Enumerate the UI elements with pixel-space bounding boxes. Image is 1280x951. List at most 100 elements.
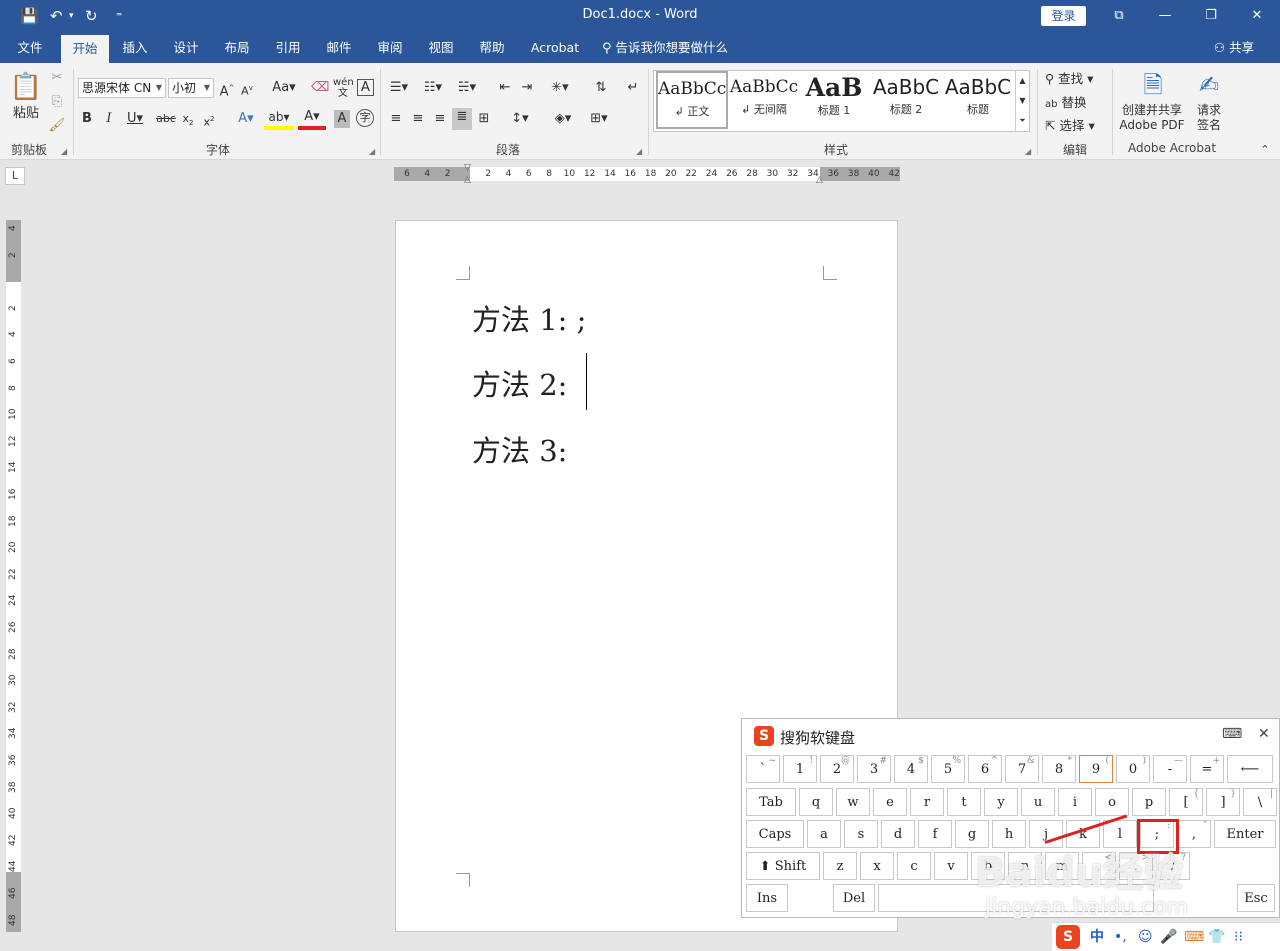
keyboard-key[interactable]: s bbox=[844, 820, 878, 848]
keyboard-key[interactable]: t bbox=[947, 788, 981, 816]
strikethrough-icon[interactable]: abc bbox=[155, 110, 177, 128]
keyboard-key[interactable]: 4 $ bbox=[894, 755, 928, 783]
keyboard-key[interactable]: ]} bbox=[1206, 788, 1240, 816]
tab-design[interactable]: 设计 bbox=[166, 33, 206, 63]
line-spacing-icon[interactable]: ↕▾ bbox=[506, 110, 534, 128]
vertical-ruler[interactable]: 4 2 2 4 6 8 10 12 14 16 18 20 22 24 26 28 30 32 34 36 38 40 42… bbox=[6, 220, 21, 932]
justify-icon[interactable]: ≣ bbox=[452, 108, 472, 130]
tab-acrobat[interactable]: Acrobat bbox=[525, 33, 585, 63]
align-right-icon[interactable]: ≡ bbox=[431, 110, 449, 128]
keyboard-key[interactable]: d bbox=[881, 820, 915, 848]
close-button[interactable]: ✕ bbox=[1242, 5, 1272, 27]
gallery-more-icon[interactable]: ⏷ bbox=[1015, 111, 1029, 131]
tab-view[interactable]: 视图 bbox=[421, 33, 461, 63]
subscript-icon[interactable]: x2 bbox=[180, 110, 196, 132]
change-case-icon[interactable]: Aa▾ bbox=[270, 79, 298, 97]
tab-file[interactable]: 文件 bbox=[10, 33, 50, 63]
superscript-icon[interactable]: x2 bbox=[201, 110, 217, 132]
request-signature-icon[interactable]: ✍ bbox=[1192, 71, 1226, 99]
keyboard-key[interactable]: i bbox=[1058, 788, 1092, 816]
paragraph-launcher-icon[interactable]: ◢ bbox=[636, 147, 642, 156]
keyboard-layout-icon[interactable]: ⌨ bbox=[1222, 726, 1242, 742]
text-effects-icon[interactable]: A▾ bbox=[233, 110, 259, 128]
keyboard-key[interactable]: e bbox=[873, 788, 907, 816]
keyboard-key[interactable]: z bbox=[823, 852, 857, 880]
highlight-color-icon[interactable]: ab▾ bbox=[264, 108, 294, 130]
italic-icon[interactable]: I bbox=[102, 110, 116, 128]
multilevel-list-icon[interactable]: ☵▾ bbox=[454, 79, 480, 97]
keyboard-key[interactable]: 8 * bbox=[1042, 755, 1076, 783]
tab-mailings[interactable]: 邮件 bbox=[319, 33, 359, 63]
request-signature-button[interactable]: 请求 签名 bbox=[1190, 103, 1228, 133]
style-heading-1[interactable]: AaB 标题 1 bbox=[798, 71, 870, 129]
keyboard-key[interactable]: Enter bbox=[1214, 820, 1276, 848]
keyboard-key[interactable]: 1! bbox=[783, 755, 817, 783]
keyboard-key[interactable]: Esc bbox=[1237, 884, 1275, 912]
keyboard-key[interactable]: Tab bbox=[746, 788, 796, 816]
style-no-spacing[interactable]: AaBbCc ↲ 无间隔 bbox=[728, 71, 800, 129]
font-launcher-icon[interactable]: ◢ bbox=[369, 147, 375, 156]
tab-selector[interactable]: L bbox=[5, 167, 25, 185]
keyboard-key[interactable]: p bbox=[1132, 788, 1166, 816]
character-shading-icon[interactable]: A bbox=[334, 110, 350, 128]
paragraph-line-3[interactable]: 方法 3: bbox=[472, 428, 567, 470]
replace-button[interactable]: ab 替换 bbox=[1045, 94, 1107, 114]
sort-icon[interactable]: ⇅ bbox=[592, 79, 610, 97]
styles-launcher-icon[interactable]: ◢ bbox=[1025, 147, 1031, 156]
collapse-ribbon-icon[interactable]: ⌃ bbox=[1258, 141, 1272, 159]
punctuation-mode-icon[interactable]: •, bbox=[1114, 927, 1127, 947]
phonetic-guide-icon[interactable]: wén 文 bbox=[333, 77, 354, 99]
increase-indent-icon[interactable]: ⇥ bbox=[518, 79, 536, 97]
keyboard-key[interactable]: \ | bbox=[1243, 788, 1277, 816]
borders-icon[interactable]: ⊞▾ bbox=[584, 110, 614, 128]
shrink-font-icon[interactable]: Av bbox=[239, 79, 255, 101]
login-button[interactable]: 登录 bbox=[1041, 6, 1086, 26]
keyboard-key[interactable]: 6 ^ bbox=[968, 755, 1002, 783]
keyboard-key[interactable]: u bbox=[1021, 788, 1055, 816]
keyboard-key[interactable]: q bbox=[799, 788, 833, 816]
style-title[interactable]: AaBbC 标题 bbox=[942, 71, 1014, 129]
tab-home[interactable]: 开始 bbox=[61, 35, 109, 63]
show-formatting-marks-icon[interactable]: ↵ bbox=[624, 79, 642, 97]
sogou-ime-icon[interactable]: S bbox=[1056, 925, 1080, 949]
create-share-pdf-button[interactable]: 创建并共享 Adobe PDF bbox=[1115, 103, 1189, 133]
restore-button[interactable]: ❐ bbox=[1196, 5, 1226, 27]
style-normal[interactable]: AaBbCc ↲ 正文 bbox=[656, 71, 728, 129]
align-center-icon[interactable]: ≡ bbox=[409, 110, 427, 128]
keyboard-key[interactable]: 2 @ bbox=[820, 755, 854, 783]
keyboard-key[interactable]: 3 # bbox=[857, 755, 891, 783]
keyboard-key[interactable]: x bbox=[860, 852, 894, 880]
gallery-scroll-up-icon[interactable]: ▲ bbox=[1015, 71, 1029, 91]
font-size-combo[interactable]: 小初 ▼ bbox=[168, 78, 214, 98]
microphone-icon[interactable]: 🎤 bbox=[1160, 927, 1177, 947]
font-name-combo[interactable]: 思源宋体 CN ▼ bbox=[78, 78, 166, 98]
keyboard-key[interactable]: 9( bbox=[1079, 755, 1113, 783]
tab-help[interactable]: 帮助 bbox=[472, 33, 512, 63]
keyboard-key[interactable]: v bbox=[934, 852, 968, 880]
toolbox-icon[interactable]: ⁝⁝ bbox=[1234, 927, 1243, 947]
enclose-characters-icon[interactable]: 字 bbox=[356, 109, 374, 127]
tab-references[interactable]: 引用 bbox=[268, 33, 308, 63]
grow-font-icon[interactable]: A^ bbox=[219, 79, 235, 101]
close-icon[interactable]: ✕ bbox=[1258, 726, 1270, 742]
ribbon-display-options-icon[interactable]: ⧉ bbox=[1104, 5, 1134, 27]
keyboard-key[interactable]: f bbox=[918, 820, 952, 848]
shading-icon[interactable]: ◈▾ bbox=[548, 110, 578, 128]
clear-formatting-icon[interactable]: ⌫ bbox=[311, 79, 329, 97]
tab-insert[interactable]: 插入 bbox=[115, 33, 155, 63]
paste-button[interactable]: 粘贴 bbox=[8, 105, 44, 123]
keyboard-key[interactable]: = + bbox=[1190, 755, 1224, 783]
keyboard-key[interactable]: Caps bbox=[746, 820, 804, 848]
first-line-indent-marker[interactable]: ▽ bbox=[464, 163, 471, 173]
keyboard-key[interactable]: y bbox=[984, 788, 1018, 816]
select-button[interactable]: ⇱ 选择 ▾ bbox=[1045, 117, 1107, 135]
copy-icon[interactable]: ⎘ bbox=[48, 93, 66, 111]
keyboard-key[interactable]: - — bbox=[1153, 755, 1187, 783]
minimize-button[interactable]: — bbox=[1150, 5, 1180, 27]
keyboard-key[interactable]: ` ~ bbox=[746, 755, 780, 783]
numbering-icon[interactable]: ☷▾ bbox=[420, 79, 446, 97]
bold-icon[interactable]: B bbox=[80, 110, 94, 128]
chinese-mode-icon[interactable]: 中 bbox=[1090, 927, 1104, 947]
share-button[interactable]: ⚇ 共享 bbox=[1208, 33, 1260, 63]
soft-keyboard-icon[interactable]: ⌨ bbox=[1184, 927, 1204, 947]
